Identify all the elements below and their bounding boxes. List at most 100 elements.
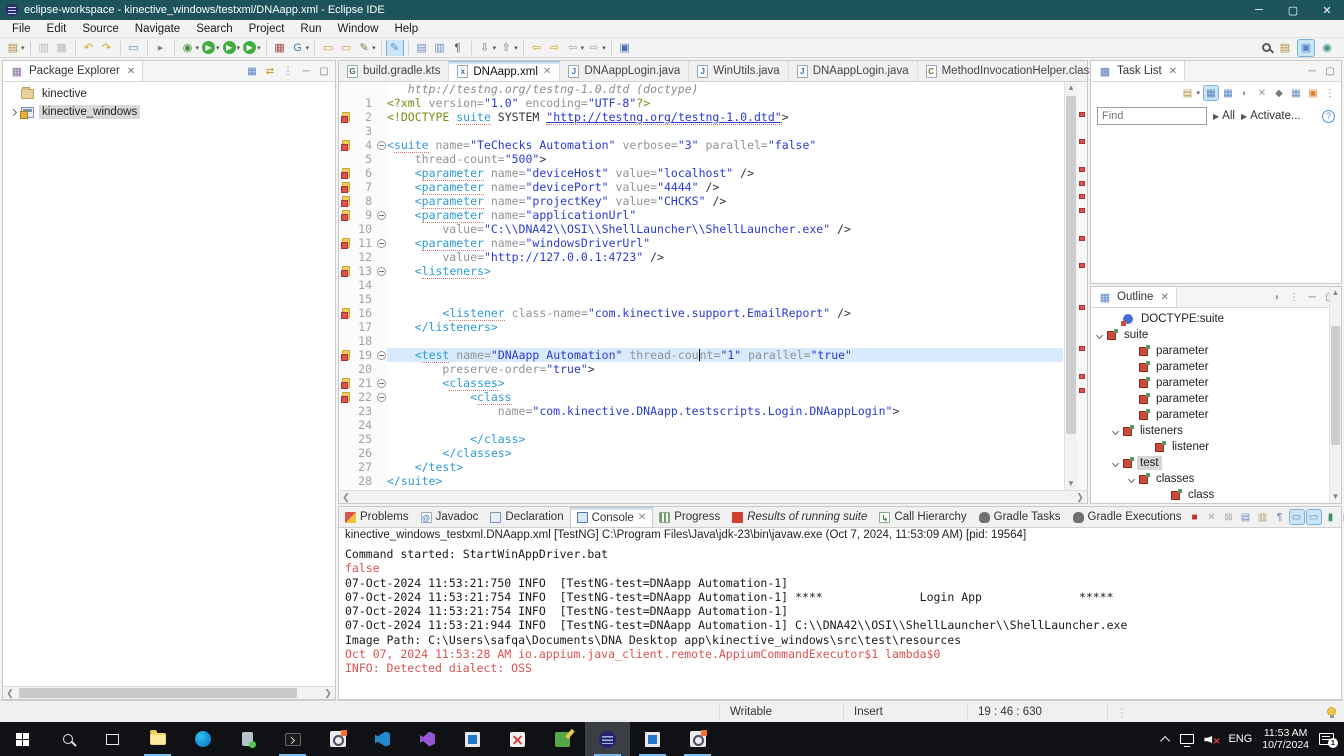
code-line[interactable]: 16 <listener class-name="com.kinective.s… <box>339 306 1063 320</box>
help-icon[interactable]: ? <box>1322 110 1335 123</box>
outline-vscrollbar[interactable]: ▲ ▼ <box>1329 287 1341 503</box>
code-line[interactable]: 27 </test> <box>339 460 1063 474</box>
dropdown-arrow-icon[interactable]: ▾ <box>581 44 585 52</box>
fold-collapse-icon[interactable] <box>377 393 386 402</box>
task-list-tab[interactable]: ▩ Task List ✕ <box>1091 61 1185 81</box>
expand-chevron-icon[interactable] <box>1096 331 1103 338</box>
fold-collapse-icon[interactable] <box>377 141 386 150</box>
taskbar-server[interactable] <box>225 722 270 756</box>
clear-console-icon[interactable]: ▤ <box>1239 510 1253 524</box>
show-whitespace-icon[interactable]: ¶ <box>450 40 466 56</box>
task-filter-all[interactable]: ▶All <box>1213 110 1235 122</box>
volume-muted-icon[interactable]: ✕ <box>1204 733 1218 745</box>
console-output[interactable]: Command started: StartWinAppDriver.batfa… <box>339 545 1341 699</box>
presentation-icon[interactable]: ◐ <box>1238 86 1252 100</box>
code-line[interactable]: 17 </listeners> <box>339 320 1063 334</box>
annotation-mark[interactable] <box>1079 236 1085 241</box>
dropdown-arrow-icon[interactable]: ▾ <box>216 44 220 52</box>
editor-tab-DNAappLogin.java[interactable]: JDNAappLogin.java <box>789 61 918 81</box>
save-all-icon[interactable]: ▦ <box>54 40 70 56</box>
taskbar-eclipse[interactable] <box>585 722 630 756</box>
code-line[interactable]: 12 value="http://127.0.0.1:4723" /> <box>339 250 1063 264</box>
console-tab-gradle-tasks[interactable]: Gradle Tasks <box>973 507 1067 527</box>
open-perspective-icon[interactable]: ▤ <box>1277 40 1293 56</box>
editor-tab-WinUtils.java[interactable]: JWinUtils.java <box>689 61 788 81</box>
code-line[interactable]: 22 <class <box>339 390 1063 404</box>
hide-completed-icon[interactable]: ✕ <box>1255 86 1269 100</box>
outline-item-test[interactable]: test <box>1091 455 1341 471</box>
dropdown-arrow-icon[interactable]: ▾ <box>196 44 200 52</box>
task-activate[interactable]: ▶Activate... <box>1241 110 1301 122</box>
code-line[interactable]: 24 <box>339 418 1063 432</box>
console-tab-declaration[interactable]: Declaration <box>484 507 569 527</box>
expand-chevron-icon[interactable] <box>1128 475 1135 482</box>
warning-marker-icon[interactable] <box>342 266 350 276</box>
taskbar-blue-app2[interactable] <box>630 722 675 756</box>
taskbar-start[interactable] <box>0 722 45 756</box>
redo-icon[interactable]: ↷ <box>99 40 115 56</box>
code-line[interactable]: 21 <classes> <box>339 376 1063 390</box>
annotation-mark[interactable] <box>1079 167 1085 172</box>
new-task-icon[interactable]: ▤ <box>1180 86 1194 100</box>
code-line[interactable]: 23 name="com.kinective.DNAapp.testscript… <box>339 404 1063 418</box>
fold-collapse-icon[interactable] <box>377 379 386 388</box>
code-line[interactable]: 18 <box>339 334 1063 348</box>
gradle-run-icon[interactable]: G <box>290 40 306 56</box>
remove-launch-icon[interactable]: ✕ <box>1205 510 1219 524</box>
view-menu-icon[interactable]: ⋮ <box>1323 86 1337 100</box>
warning-marker-icon[interactable] <box>342 378 350 388</box>
code-line[interactable]: 25 </class> <box>339 432 1063 446</box>
taskbar-snipping[interactable] <box>495 722 540 756</box>
fold-collapse-icon[interactable] <box>377 211 386 220</box>
scroll-lock-icon[interactable]: ▥ <box>1256 510 1270 524</box>
editor-tab-build.gradle.kts[interactable]: Gbuild.gradle.kts <box>339 61 449 81</box>
dropdown-arrow-icon[interactable]: ▾ <box>21 44 25 52</box>
outline-item-parameter[interactable]: parameter <box>1091 391 1341 407</box>
annotation-mark[interactable] <box>1079 194 1085 199</box>
code-line[interactable]: 11 <parameter name="windowsDriverUrl" <box>339 236 1063 250</box>
hidden-icons-chevron-icon[interactable] <box>1161 735 1171 745</box>
code-line[interactable]: 1<?xml version="1.0" encoding="UTF-8"?> <box>339 96 1063 110</box>
word-wrap-icon[interactable]: ¶ <box>1273 510 1287 524</box>
code-line[interactable]: 9 <parameter name="applicationUrl" <box>339 208 1063 222</box>
warning-marker-icon[interactable] <box>342 196 350 206</box>
annotation-mark[interactable] <box>1079 208 1085 213</box>
menu-project[interactable]: Project <box>241 23 293 35</box>
show-source-icon[interactable]: ▥ <box>432 40 448 56</box>
code-line[interactable]: http://testng.org/testng-1.0.dtd (doctyp… <box>339 82 1063 96</box>
mark-occurrences-icon[interactable]: ✎ <box>387 40 403 56</box>
link-with-editor-icon[interactable]: ▤ <box>414 40 430 56</box>
dropdown-arrow-icon[interactable]: ▾ <box>257 44 261 52</box>
expand-chevron-icon[interactable] <box>1112 427 1119 434</box>
select-element-icon[interactable]: ▸ <box>153 40 169 56</box>
show-stdout-when-changed-icon[interactable]: ▭ <box>1290 510 1304 524</box>
package-explorer-hscrollbar[interactable]: ❮ ❯ <box>3 686 335 699</box>
code-line[interactable]: 19 <test name="DNAapp Automation" thread… <box>339 348 1063 362</box>
taskbar-task-view[interactable] <box>90 722 135 756</box>
taskbar-vscode[interactable] <box>360 722 405 756</box>
code-line[interactable]: 5 thread-count="500"> <box>339 152 1063 166</box>
close-icon[interactable]: ✕ <box>127 66 135 77</box>
view-menu-icon[interactable]: ⋮ <box>281 64 295 78</box>
debug-icon[interactable]: ◉ <box>180 40 196 56</box>
console-tab-progress[interactable]: Progress <box>653 507 726 527</box>
console-tab-console[interactable]: Console✕ <box>570 507 654 527</box>
editor-tab-MethodInvocationHelper.class[interactable]: CMethodInvocationHelper.class <box>918 61 1104 81</box>
run-coverage-icon[interactable]: ▶ <box>223 41 236 54</box>
outline-item-parameter[interactable]: parameter <box>1091 407 1341 423</box>
code-line[interactable]: 2<!DOCTYPE suite SYSTEM "http://testng.o… <box>339 110 1063 124</box>
run-icon[interactable]: ▶ <box>202 41 215 54</box>
console-tab-javadoc[interactable]: @Javadoc <box>415 507 485 527</box>
minimize-icon[interactable]: ─ <box>1242 0 1276 20</box>
overview-ruler[interactable] <box>1077 82 1087 490</box>
last-edit-location-icon[interactable]: ▣ <box>617 40 633 56</box>
minimize-icon[interactable]: ─ <box>1305 64 1319 78</box>
taskbar-search[interactable] <box>45 722 90 756</box>
outline-item-DOCTYPE:suite[interactable]: DOCTYPE:suite <box>1091 311 1341 327</box>
search-pencil-icon[interactable]: ✎ <box>356 40 372 56</box>
menu-navigate[interactable]: Navigate <box>127 23 188 35</box>
taskbar-appium[interactable] <box>315 722 360 756</box>
prev-annotation-icon[interactable]: ⇧ <box>498 40 514 56</box>
open-resource-icon[interactable]: ▭ <box>338 40 354 56</box>
fold-collapse-icon[interactable] <box>377 267 386 276</box>
